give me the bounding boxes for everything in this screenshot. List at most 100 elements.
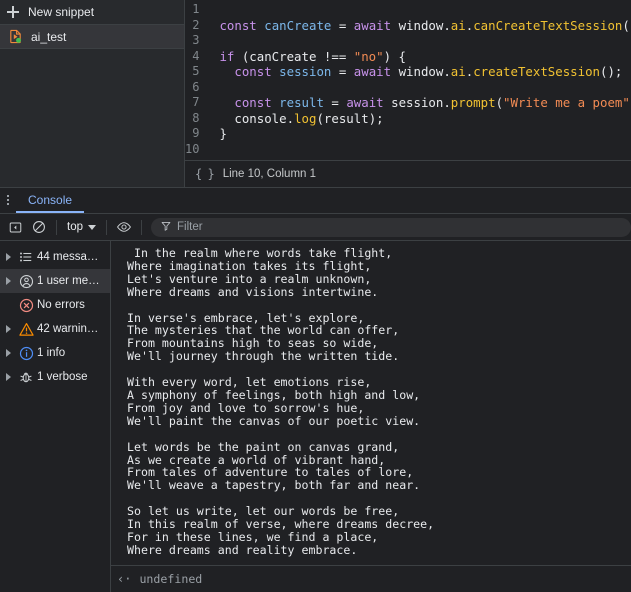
snippets-pane: New snippet ai_test xyxy=(0,0,185,187)
code-line: 10 xyxy=(185,142,631,158)
code-token: ( xyxy=(495,95,504,110)
console-sidebar-item[interactable]: No errors xyxy=(0,293,110,317)
console-sidebar-toggle-icon[interactable] xyxy=(3,216,27,238)
filter-funnel-icon xyxy=(161,218,171,236)
code-token: window xyxy=(398,17,444,33)
expand-triangle-icon[interactable] xyxy=(2,325,15,333)
new-snippet-button[interactable]: New snippet xyxy=(0,0,184,25)
console-sidebar-item-label: 44 messa… xyxy=(37,251,99,263)
bug-verbose-icon xyxy=(15,370,37,384)
console-sidebar-item-label: 1 info xyxy=(37,347,66,359)
code-token: const xyxy=(234,64,272,79)
code-line-content[interactable] xyxy=(209,80,631,96)
code-token: ); xyxy=(368,110,384,126)
line-number[interactable]: 2 xyxy=(185,18,209,34)
code-line-content[interactable]: } xyxy=(209,126,631,142)
code-line-content[interactable] xyxy=(209,142,631,158)
console-body: 44 messa… 1 user me… No errors 42 warnin… 1 … xyxy=(0,241,631,592)
console-sidebar-item[interactable]: 1 user me… xyxy=(0,269,110,293)
expand-triangle-icon[interactable] xyxy=(2,373,15,381)
code-line: 7 const result = await session.prompt("W… xyxy=(185,95,631,111)
line-number[interactable]: 6 xyxy=(185,80,209,96)
code-token: canCreate xyxy=(264,17,332,33)
sources-snippets-area: New snippet ai_test 1 2 const canCreate … xyxy=(0,0,631,188)
tab-console[interactable]: Console xyxy=(16,188,85,213)
expand-triangle-icon[interactable] xyxy=(2,349,15,357)
code-lines-table: 1 2 const canCreate = await window.ai.can… xyxy=(185,2,631,157)
code-token: await xyxy=(346,95,384,110)
clear-console-icon[interactable] xyxy=(27,216,51,238)
line-number[interactable]: 3 xyxy=(185,33,209,49)
code-token: . xyxy=(286,110,295,126)
console-output-area: In the realm where words take flight, Wh… xyxy=(111,241,631,592)
code-token: ai xyxy=(450,17,466,33)
return-value-arrow-icon: ‹· xyxy=(117,572,132,586)
plus-icon xyxy=(6,5,20,19)
new-snippet-label: New snippet xyxy=(28,5,95,19)
code-token: session xyxy=(279,64,332,79)
drag-dots-icon[interactable] xyxy=(0,188,16,213)
expand-triangle-icon[interactable] xyxy=(2,277,15,285)
line-number[interactable]: 4 xyxy=(185,49,209,65)
toolbar-divider xyxy=(56,219,57,235)
console-sidebar-item[interactable]: 42 warnin… xyxy=(0,317,110,341)
console-toolbar: top Filter xyxy=(0,214,631,241)
code-token: await xyxy=(353,17,392,33)
console-sidebar-item[interactable]: 1 verbose xyxy=(0,365,110,389)
code-line-content[interactable] xyxy=(209,2,631,18)
code-line-content[interactable]: const canCreate = await window.ai.canCre… xyxy=(209,18,631,34)
code-token: . xyxy=(443,17,451,33)
snippet-list-item-ai-test[interactable]: ai_test xyxy=(0,25,184,49)
code-editor-pane: 1 2 const canCreate = await window.ai.can… xyxy=(185,0,631,187)
code-line-content[interactable]: const session = await window.ai.createTe… xyxy=(209,64,631,80)
code-token: . xyxy=(443,64,451,79)
console-result-value: undefined xyxy=(139,572,203,586)
expand-triangle-icon[interactable] xyxy=(2,253,15,261)
line-number[interactable]: 8 xyxy=(185,111,209,127)
line-number[interactable]: 10 xyxy=(185,142,209,158)
line-number[interactable]: 9 xyxy=(185,126,209,142)
code-line: 8 console.log(result); xyxy=(185,111,631,127)
code-token: const xyxy=(234,95,272,110)
code-line-content[interactable]: console.log(result); xyxy=(209,111,631,127)
code-line-content[interactable]: const result = await session.prompt("Wri… xyxy=(209,95,631,111)
code-line-content[interactable] xyxy=(209,33,631,49)
code-line: 3 xyxy=(185,33,631,49)
code-token: (); xyxy=(622,17,631,33)
line-number[interactable]: 1 xyxy=(185,2,209,18)
devtools-window: New snippet ai_test 1 2 const canCreate … xyxy=(0,0,631,592)
console-drawer: Console top Filter 44 messa… 1 user me… … xyxy=(0,188,631,592)
console-filter-input[interactable]: Filter xyxy=(151,217,631,237)
line-number[interactable]: 7 xyxy=(185,95,209,111)
code-line: 5 const session = await window.ai.create… xyxy=(185,64,631,80)
console-context-selector[interactable]: top xyxy=(62,219,101,235)
console-sidebar-item-label: No errors xyxy=(37,299,85,311)
code-token: if xyxy=(219,48,235,64)
console-sidebar: 44 messa… 1 user me… No errors 42 warnin… 1 … xyxy=(0,241,111,592)
code-token: . xyxy=(443,95,451,110)
code-editor[interactable]: 1 2 const canCreate = await window.ai.can… xyxy=(185,0,631,160)
code-token: "Write me a poem" xyxy=(503,95,630,110)
code-token: window xyxy=(398,64,444,79)
filter-placeholder: Filter xyxy=(177,221,203,233)
line-number[interactable]: 5 xyxy=(185,64,209,80)
console-sidebar-item[interactable]: 44 messa… xyxy=(0,245,110,269)
code-line: 9} xyxy=(185,126,631,142)
code-line-content[interactable]: if (canCreate !== "no") { xyxy=(209,49,631,65)
snippet-file-run-icon xyxy=(8,29,23,44)
tab-console-label: Console xyxy=(28,192,73,207)
curly-braces-icon[interactable]: { } xyxy=(195,167,215,181)
code-token: ) { xyxy=(383,48,406,64)
console-sidebar-item[interactable]: 1 info xyxy=(0,341,110,365)
eye-icon[interactable] xyxy=(112,216,136,238)
toolbar-divider-3 xyxy=(141,219,142,235)
